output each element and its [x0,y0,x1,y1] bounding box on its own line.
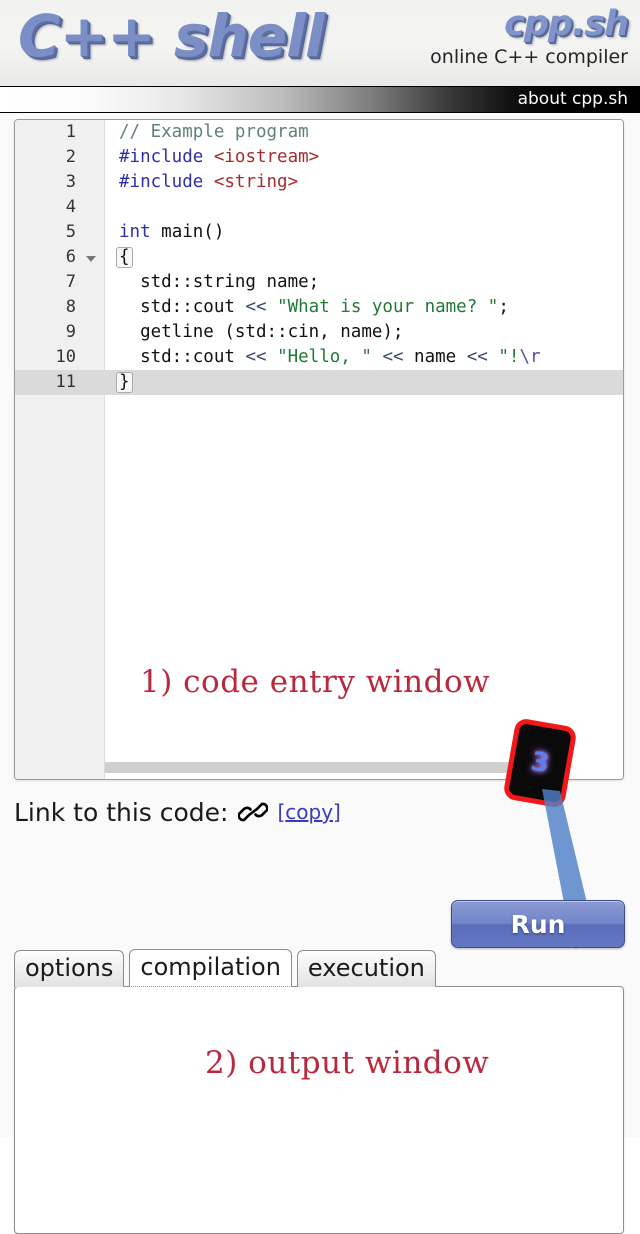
line-number: 2 [65,147,76,167]
brand-name: cpp.sh [504,4,629,44]
code-token-operator: << [245,347,267,367]
scrollbar-thumb[interactable] [105,762,547,773]
code-token-brace-close: } [116,372,133,393]
code-line: std::cout << "Hello, " << name << "!\r [119,347,541,367]
code-token-keyword: int [119,222,151,242]
line-number: 9 [65,322,76,342]
tab-options[interactable]: options [14,950,125,987]
page-body: 1 2 3 4 5 6 7 8 9 10 11 // Example progr… [0,113,640,1234]
code-token-escape: \r [519,347,541,367]
code-token-operator: << [466,347,488,367]
share-link-label: Link to this code: [14,797,229,827]
code-line: { [105,245,623,270]
code-token-identifier: main() [161,222,225,242]
line-number: 5 [65,222,76,242]
tab-execution[interactable]: execution [296,950,436,987]
annotation-badge-label: 3 [528,746,552,780]
line-number: 8 [65,297,76,317]
copy-label: copy [285,800,334,824]
tab-compilation[interactable]: compilation [129,949,292,987]
code-token-brace-open: { [116,247,133,268]
code-line-active: } [105,370,623,395]
output-tabs: options compilation execution [14,949,441,987]
code-line: getline (std::cin, name); [119,322,404,342]
editor-gutter: 1 2 3 4 5 6 7 8 9 10 11 [15,120,105,779]
code-token-operator: << [245,297,267,317]
code-line: int main() [105,220,623,245]
line-number-label: 6 [65,247,76,267]
share-link-row: Link to this code: [copy] [14,790,341,834]
output-panel[interactable] [14,986,624,1234]
code-line: #include <string> [105,170,623,195]
code-token-string: "! [498,347,520,367]
top-navbar: about cpp.sh [0,86,640,113]
code-token-operator: << [382,347,404,367]
copy-bracket-close: ] [333,800,341,824]
line-number-active: 11 [15,370,104,395]
code-line: std::cout << "What is your name? "; [119,297,509,317]
code-token-string: "Hello, " [277,347,372,367]
line-number: 4 [65,197,76,217]
code-line: #include <iostream> [105,145,623,170]
brand-tagline: online C++ compiler [430,46,628,68]
annotation-badge-3: 3 [502,717,578,809]
site-logo: C++ shell [18,2,325,70]
annotation-code-entry-window: 1) code entry window [140,664,491,700]
line-number: 10 [55,347,76,367]
site-header: C++ shell cpp.sh online C++ compiler [0,0,640,86]
line-number: 1 [65,122,76,142]
code-line: // Example program [105,120,623,145]
code-token-header: <iostream> [213,147,320,167]
code-token-preprocessor: #include [119,147,204,167]
chain-link-icon[interactable] [237,798,270,826]
code-token-header: <string> [213,172,299,192]
copy-link-button[interactable]: [copy] [277,800,340,824]
fold-collapse-icon[interactable] [86,256,96,262]
run-button[interactable]: Run [451,900,625,948]
line-number: 3 [65,172,76,192]
code-line: std::string name; [119,272,320,292]
code-token-string: "What is your name? " [277,297,499,317]
code-token-preprocessor: #include [119,172,204,192]
brand-block: cpp.sh online C++ compiler [430,4,629,69]
line-number: 7 [65,272,76,292]
line-number-foldable[interactable]: 6 [15,245,104,270]
annotation-output-window: 2) output window [205,1045,490,1081]
code-token-comment: // Example program [119,122,309,142]
about-link[interactable]: about cpp.sh [518,88,628,111]
